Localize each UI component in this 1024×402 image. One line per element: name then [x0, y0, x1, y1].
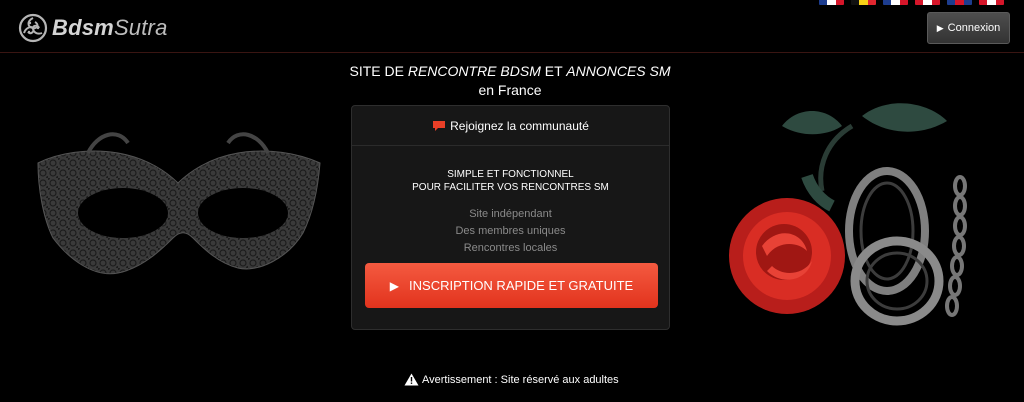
login-button[interactable]: ▶ Connexion — [927, 12, 1010, 44]
play-icon: ▶ — [389, 278, 400, 293]
signup-label: INSCRIPTION RAPIDE ET GRATUITE — [409, 278, 634, 293]
warning-icon — [404, 373, 419, 386]
logo-text: BdsmSutra — [52, 15, 168, 40]
flag-ch-icon[interactable] — [979, 0, 1004, 5]
top-bar: BdsmSutra ▶ Connexion — [0, 0, 1024, 53]
card-title: Rejoignez la communauté — [450, 118, 589, 133]
language-flags — [819, 0, 1004, 5]
lace-mask-image — [37, 132, 321, 275]
flag-uk-icon[interactable] — [947, 0, 972, 5]
card-subtitle: SIMPLE ET FONCTIONNEL POUR FACILITER VOS… — [412, 169, 609, 193]
flag-ca-icon[interactable] — [915, 0, 940, 5]
site-logo[interactable]: BdsmSutra — [18, 12, 168, 44]
play-icon: ▶ — [936, 22, 944, 33]
flag-fr-icon[interactable] — [819, 0, 844, 5]
triskelion-icon — [18, 13, 48, 43]
feature-list: Site indépendant Des membres uniques Ren… — [352, 206, 669, 257]
chat-icon — [433, 120, 446, 131]
adult-warning: Avertissement : Site réservé aux adultes — [404, 373, 619, 386]
page-headline: SITE DE RENCONTRE BDSM ET ANNONCES SM en… — [349, 63, 671, 98]
flag-be-icon[interactable] — [851, 0, 876, 5]
list-item: Des membres uniques — [455, 225, 566, 237]
login-label: Connexion — [947, 22, 1001, 34]
warning-text: Avertissement : Site réservé aux adultes — [422, 373, 619, 386]
flag-fr2-icon[interactable] — [883, 0, 908, 5]
list-item: Rencontres locales — [463, 242, 558, 254]
signup-card: Rejoignez la communauté SIMPLE ET FONCTI… — [351, 105, 670, 330]
signup-button[interactable]: ▶ INSCRIPTION RAPIDE ET GRATUITE — [365, 263, 658, 308]
card-header: Rejoignez la communauté — [352, 106, 669, 146]
rose-handcuffs-image — [729, 103, 967, 326]
list-item: Site indépendant — [469, 208, 552, 220]
